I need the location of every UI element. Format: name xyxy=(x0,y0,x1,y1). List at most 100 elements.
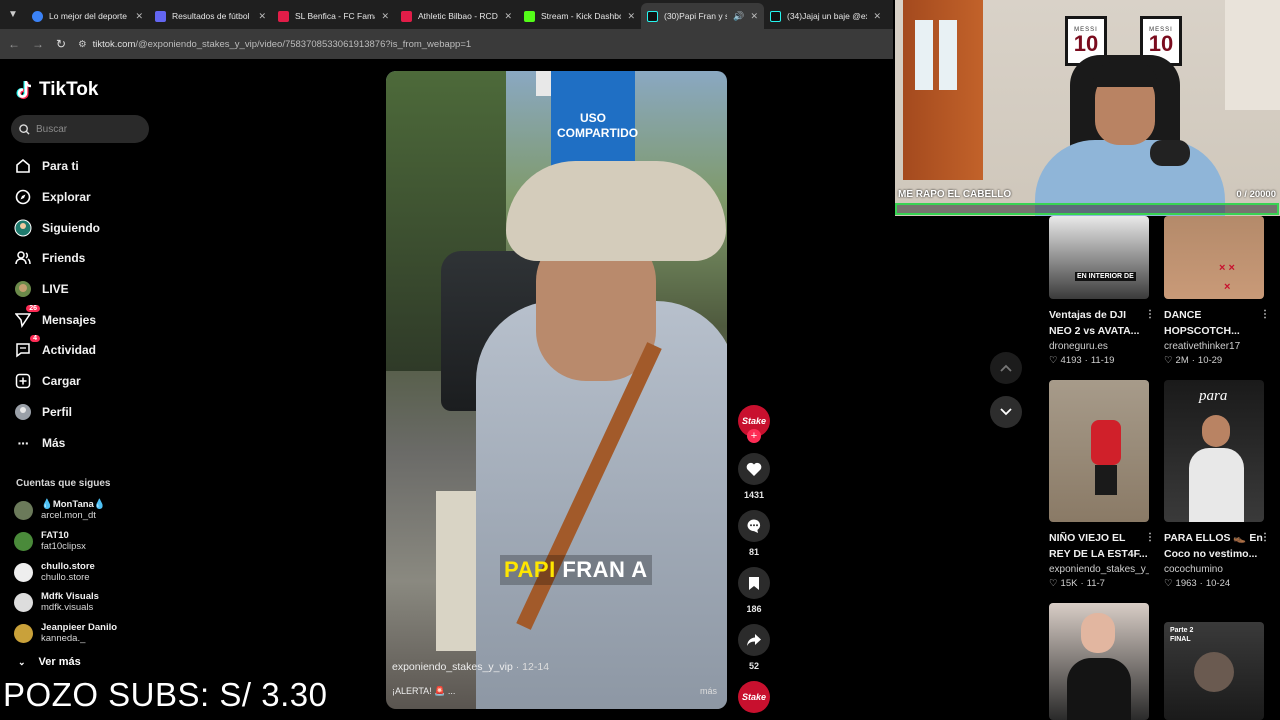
video-description: ¡ALERTA! 🚨 ... xyxy=(392,686,456,696)
tiktok-sidebar: TikTok Buscar Para ti Explorar Siguiendo… xyxy=(0,59,160,720)
nav-explorar[interactable]: Explorar xyxy=(14,188,91,206)
recommendation-title-text: Ventajas de DJI NEO 2 vs AVATA... xyxy=(1049,309,1140,337)
site-info-icon[interactable]: ⚙ xyxy=(78,39,87,50)
goal-count: 0 / 20000 xyxy=(1236,189,1276,200)
share-button[interactable] xyxy=(738,624,770,656)
like-count: 1431 xyxy=(743,490,765,500)
close-icon[interactable]: ✕ xyxy=(750,11,758,22)
following-account[interactable]: Jeanpieer Danilo kanneda._ xyxy=(14,622,117,644)
tab-title: (34)Jajaj un baje @ex xyxy=(787,11,868,21)
recommendation-stats: ♡ 15K · 11-7 xyxy=(1049,578,1105,589)
nav-siguiendo[interactable]: Siguiendo xyxy=(14,219,100,237)
recommendation-likes: 4193 xyxy=(1060,355,1082,366)
avatar xyxy=(14,562,33,582)
video-more-link[interactable]: más xyxy=(700,686,717,696)
recommendation-card[interactable]: × × × DANCE HOPSCOTCH... ⋮ creativethinker… xyxy=(1164,216,1270,366)
video-player[interactable]: USO COMPARTIDO PAPI FRAN A exponiendo_st… xyxy=(386,71,727,709)
recommendation-title: Ventajas de DJI NEO 2 vs AVATA... ⋮ xyxy=(1049,307,1155,339)
profile-icon xyxy=(14,403,32,421)
speaker-icon[interactable]: 🔊 xyxy=(733,11,744,22)
tab-favicon-icon xyxy=(401,10,412,22)
recommendation-thumbnail: Parte 2 FINAL xyxy=(1164,622,1264,720)
recommendation-author: cocochumino xyxy=(1164,564,1223,575)
nav-cargar[interactable]: Cargar xyxy=(14,372,81,390)
browser-tab[interactable]: Stream - Kick Dashbo ✕ xyxy=(518,3,641,29)
browser-tabstrip: ▼ Lo mejor del deporte ✕ Resultados de fú… xyxy=(0,0,893,29)
address-bar[interactable]: ⚙ tiktok.com/@exponiendo_stakes_y_vip/vi… xyxy=(78,39,885,50)
video-author[interactable]: exponiendo_stakes_y_vip xyxy=(392,661,513,673)
cam-window xyxy=(1225,0,1280,110)
following-section-title: Cuentas que sigues xyxy=(16,478,111,489)
see-more-button[interactable]: ⌄ Ver más xyxy=(18,656,81,668)
nav-mensajes[interactable]: 26 Mensajes xyxy=(14,305,97,329)
video-meta: exponiendo_stakes_y_vip · 12-14 xyxy=(392,661,549,673)
following-account[interactable]: FAT10 fat10clipsx xyxy=(14,530,86,552)
back-icon[interactable]: ← xyxy=(8,37,20,51)
caption-highlight: PAPI xyxy=(504,557,556,582)
nav-para-ti[interactable]: Para ti xyxy=(14,157,79,175)
account-name: Mdfk Visuals xyxy=(41,591,99,602)
activity-icon: 4 xyxy=(14,335,40,359)
tab-title: Lo mejor del deporte xyxy=(49,11,127,21)
forward-icon[interactable]: → xyxy=(32,37,44,51)
comment-button[interactable] xyxy=(738,510,770,542)
thumbnail-body xyxy=(1067,658,1131,720)
recommendation-card[interactable]: para PARA ELLOS 👞 En Coco no vestimo... ⋮… xyxy=(1164,380,1270,589)
nav-label: Mensajes xyxy=(42,313,97,327)
nav-actividad[interactable]: 4 Actividad xyxy=(14,335,97,359)
recommendation-likes: 2M xyxy=(1175,355,1189,366)
following-account[interactable]: Mdfk Visuals mdfk.visuals xyxy=(14,591,99,613)
more-options-icon[interactable]: ⋮ xyxy=(1260,307,1270,323)
close-icon[interactable]: ✕ xyxy=(504,11,512,22)
more-options-icon[interactable]: ⋮ xyxy=(1145,307,1155,323)
recommendation-card[interactable]: NIÑO VIEJO EL REY DE LA EST4F... ⋮ exponi… xyxy=(1049,380,1155,589)
next-video-button[interactable] xyxy=(990,396,1022,428)
sign-text: USO COMPARTIDO xyxy=(557,111,639,140)
recommendation-stats: ♡ 4193 · 11-19 xyxy=(1049,355,1115,366)
cam-door-glass xyxy=(939,20,957,90)
nav-mas[interactable]: ··· Más xyxy=(14,434,66,452)
nav-friends[interactable]: Friends xyxy=(14,249,85,267)
heart-outline-icon: ♡ xyxy=(1164,355,1173,366)
tab-search-icon[interactable]: ▼ xyxy=(0,0,26,29)
close-icon[interactable]: ✕ xyxy=(627,11,635,22)
more-options-icon[interactable]: ⋮ xyxy=(1145,530,1155,546)
close-icon[interactable]: ✕ xyxy=(381,11,389,22)
search-input[interactable]: Buscar xyxy=(11,115,149,143)
nav-live[interactable]: LIVE xyxy=(14,280,69,298)
avatar xyxy=(14,531,33,551)
close-icon[interactable]: ✕ xyxy=(873,11,881,22)
recommendation-title: DANCE HOPSCOTCH... ⋮ xyxy=(1164,307,1270,339)
reload-icon[interactable]: ↻ xyxy=(56,37,66,51)
heart-outline-icon: ♡ xyxy=(1164,578,1173,589)
recommendation-card[interactable]: Parte 2 FINAL xyxy=(1164,622,1264,720)
account-name: Jeanpieer Danilo xyxy=(41,622,118,633)
following-account[interactable]: chullo.store chullo.store xyxy=(14,561,95,583)
music-avatar[interactable]: Stake xyxy=(738,681,770,713)
browser-tab[interactable]: (34)Jajaj un baje @ex ✕ xyxy=(764,3,887,29)
recommendation-card[interactable] xyxy=(1049,603,1149,720)
nav-perfil[interactable]: Perfil xyxy=(14,403,72,421)
goal-progress-bar xyxy=(895,203,1279,215)
browser-tab[interactable]: Resultados de fútbol ✕ xyxy=(149,3,272,29)
close-icon[interactable]: ✕ xyxy=(258,11,266,22)
following-account[interactable]: 💧MonTana💧 arcel.mon_dt xyxy=(14,499,106,521)
follow-plus-icon[interactable]: + xyxy=(747,429,761,443)
more-options-icon[interactable]: ⋮ xyxy=(1260,530,1270,546)
chevron-down-icon xyxy=(1000,408,1012,416)
previous-video-button[interactable] xyxy=(990,352,1022,384)
tiktok-logo[interactable]: TikTok xyxy=(16,79,98,101)
close-icon[interactable]: ✕ xyxy=(135,11,143,22)
browser-tab[interactable]: Lo mejor del deporte ✕ xyxy=(26,3,149,29)
save-button[interactable] xyxy=(738,567,770,599)
browser-tab[interactable]: Athletic Bilbao - RCD ✕ xyxy=(395,3,518,29)
like-button[interactable] xyxy=(738,453,770,485)
webcam-overlay: MESSI 10 MESSI 10 ME RAPO EL CABELLO 0 /… xyxy=(895,0,1280,216)
nav-label: Actividad xyxy=(42,343,97,357)
account-handle: arcel.mon_dt xyxy=(41,510,96,521)
recommendation-card[interactable]: EN INTERIOR DE Ventajas de DJI NEO 2 vs … xyxy=(1049,216,1155,366)
browser-tab[interactable]: SL Benfica - FC Famal ✕ xyxy=(272,3,395,29)
avatar xyxy=(14,500,33,520)
thumbnail-figure xyxy=(1194,652,1234,692)
browser-tab-active[interactable]: (30)Papi Fran y su 🔊 ✕ xyxy=(641,3,764,29)
